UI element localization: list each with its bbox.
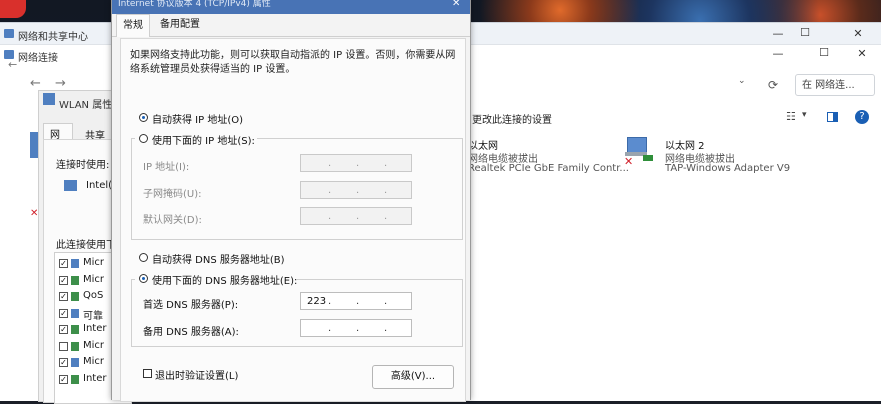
gateway-field: ... bbox=[300, 207, 412, 225]
item-label: Micr bbox=[83, 257, 105, 268]
validate-label[interactable]: 退出时验证设置(L) bbox=[155, 367, 238, 382]
chevron-down-icon[interactable]: ⌄ bbox=[738, 76, 746, 86]
component-icon bbox=[71, 308, 79, 318]
tab-network[interactable]: 网络 bbox=[43, 123, 73, 156]
component-icon bbox=[71, 341, 79, 351]
item-label: Inter bbox=[83, 323, 107, 334]
auto-ip-radio[interactable] bbox=[139, 113, 148, 122]
item-label: Inter bbox=[83, 372, 107, 384]
preferred-dns-value: 223 bbox=[307, 296, 327, 307]
item-checkbox[interactable]: ✓ bbox=[59, 292, 68, 301]
window-title: 网络连接 bbox=[18, 53, 58, 64]
window-title: 网络和共享中心 bbox=[18, 32, 88, 43]
description-line-2: 络系统管理员处获得适当的 IP 设置。 bbox=[130, 64, 296, 75]
tab-bar: 常规 备用配置 bbox=[112, 14, 470, 37]
component-icon bbox=[71, 275, 79, 285]
subnet-mask-label: 子网掩码(U): bbox=[143, 189, 202, 200]
close-icon[interactable]: ✕ bbox=[452, 0, 460, 9]
item-checkbox[interactable] bbox=[59, 341, 68, 351]
validate-checkbox[interactable] bbox=[143, 369, 152, 378]
chevron-down-icon[interactable]: ▾ bbox=[802, 110, 807, 120]
item-checkbox[interactable]: ✓ bbox=[59, 259, 68, 268]
item-label: 可靠 bbox=[83, 310, 103, 322]
alternate-dns-label: 备用 DNS 服务器(A): bbox=[143, 327, 239, 338]
auto-ip-label[interactable]: 自动获得 IP 地址(O) bbox=[152, 111, 243, 126]
search-input[interactable]: 在 网络连... bbox=[795, 74, 875, 96]
description-line-1: 如果网络支持此功能，则可以获取自动指派的 IP 设置。否则，你需要从网 bbox=[130, 50, 456, 61]
titlebar: Internet 协议版本 4 (TCP/IPv4) 属性 ✕ bbox=[112, 0, 470, 14]
manual-dns-radio[interactable] bbox=[139, 274, 148, 283]
items-label: 此连接使用下 bbox=[56, 240, 116, 251]
component-icon bbox=[71, 325, 79, 334]
toolbar: 更改此连接的设置 ☷ ▾ ? bbox=[460, 107, 881, 129]
item-checkbox[interactable]: ✓ bbox=[59, 275, 68, 285]
network-icon bbox=[4, 29, 14, 38]
subnet-mask-field: ... bbox=[300, 181, 412, 199]
item-checkbox[interactable]: ✓ bbox=[59, 374, 68, 384]
advanced-button[interactable]: 高级(V)... bbox=[372, 365, 454, 389]
manual-ip-label[interactable]: 使用下面的 IP 地址(S): bbox=[152, 132, 255, 147]
back-arrow-icon[interactable]: ← bbox=[8, 58, 17, 71]
adapter-icon-partial bbox=[30, 132, 38, 158]
close-button[interactable]: ✕ bbox=[852, 47, 872, 60]
view-options-icon[interactable]: ☷ bbox=[786, 110, 796, 123]
tab-general[interactable]: 常规 bbox=[116, 14, 150, 37]
minimize-button[interactable]: — bbox=[768, 27, 788, 40]
general-tab-panel: 如果网络支持此功能，则可以获取自动指派的 IP 设置。否则，你需要从网 络系统管… bbox=[120, 38, 466, 402]
minimize-button[interactable]: — bbox=[768, 47, 788, 60]
component-icon bbox=[71, 374, 79, 384]
change-settings-button[interactable]: 更改此连接的设置 bbox=[472, 111, 552, 126]
dialog-title: Internet 协议版本 4 (TCP/IPv4) 属性 bbox=[118, 0, 271, 9]
item-checkbox[interactable]: ✓ bbox=[59, 325, 68, 334]
maximize-button[interactable]: ☐ bbox=[814, 46, 834, 59]
adapter-icon bbox=[64, 180, 77, 191]
manual-ip-radio[interactable] bbox=[139, 134, 148, 143]
maximize-button[interactable]: ☐ bbox=[795, 26, 815, 39]
item-label: QoS bbox=[83, 290, 104, 301]
dialog-title: WLAN 属性 bbox=[59, 100, 113, 111]
alternate-dns-field[interactable]: ... bbox=[300, 319, 412, 337]
item-label: Micr bbox=[83, 356, 105, 367]
auto-dns-radio[interactable] bbox=[139, 253, 148, 262]
component-icon bbox=[71, 358, 79, 367]
auto-dns-label[interactable]: 自动获得 DNS 服务器地址(B) bbox=[152, 251, 285, 266]
item-checkbox[interactable]: ✓ bbox=[59, 308, 68, 318]
close-button[interactable]: ✕ bbox=[848, 27, 868, 40]
tab-alternate-config[interactable]: 备用配置 bbox=[154, 14, 206, 36]
network-icon bbox=[43, 93, 55, 105]
component-icon bbox=[71, 292, 79, 301]
component-icon bbox=[71, 259, 79, 268]
disconnected-x-icon: ✕ bbox=[624, 155, 634, 168]
manual-dns-label[interactable]: 使用下面的 DNS 服务器地址(E): bbox=[152, 272, 297, 287]
ip-address-field: ... bbox=[300, 154, 412, 172]
forward-arrow-icon[interactable]: → bbox=[55, 76, 66, 91]
preview-pane-icon[interactable] bbox=[827, 112, 838, 122]
back-arrow-icon[interactable]: ← bbox=[30, 76, 41, 91]
item-label: Micr bbox=[83, 273, 105, 285]
connect-using-label: 连接时使用: bbox=[56, 160, 110, 171]
help-icon[interactable]: ? bbox=[855, 110, 869, 124]
preferred-dns-field[interactable]: 223 ... bbox=[300, 292, 412, 310]
preferred-dns-label: 首选 DNS 服务器(P): bbox=[143, 300, 239, 311]
refresh-icon[interactable]: ⟳ bbox=[760, 74, 786, 96]
adapter-device: TAP-Windows Adapter V9 bbox=[665, 163, 791, 174]
item-checkbox[interactable]: ✓ bbox=[59, 358, 68, 367]
item-label: Micr bbox=[83, 339, 105, 351]
ipv4-properties-dialog: Internet 协议版本 4 (TCP/IPv4) 属性 ✕ 常规 备用配置 … bbox=[111, 0, 471, 402]
gateway-label: 默认网关(D): bbox=[143, 215, 202, 226]
adapter-device: Realtek PCIe GbE Family Contr... bbox=[468, 163, 629, 174]
ip-address-label: IP 地址(I): bbox=[143, 162, 190, 173]
app-icon bbox=[0, 0, 26, 18]
